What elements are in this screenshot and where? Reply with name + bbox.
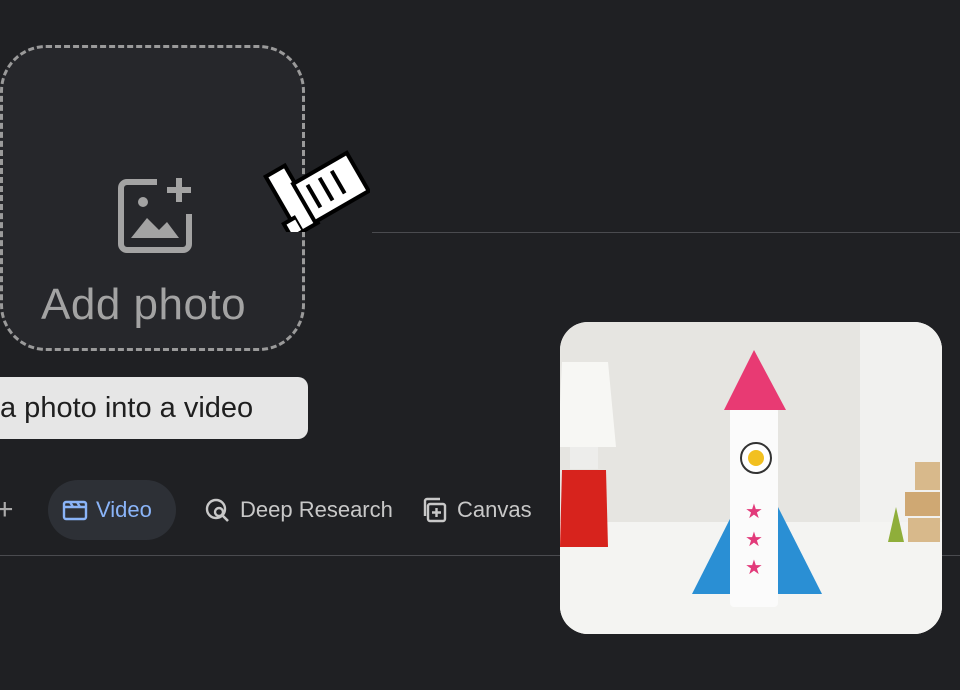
add-button[interactable]: + <box>0 480 14 540</box>
svg-text:★: ★ <box>745 555 763 579</box>
canvas-label: Canvas <box>457 497 532 522</box>
video-label: Video <box>96 497 152 522</box>
add-photo-label: Add photo <box>41 280 247 329</box>
canvas-icon <box>423 497 447 523</box>
add-image-icon <box>118 178 192 253</box>
svg-text:★: ★ <box>745 527 763 551</box>
top-divider <box>372 232 960 233</box>
photo-preview[interactable]: ★ ★ ★ <box>560 322 942 634</box>
hand-cursor-icon <box>262 150 370 232</box>
video-icon <box>62 500 88 521</box>
canvas-button[interactable]: Canvas <box>421 480 532 540</box>
rocket-photo: ★ ★ ★ <box>560 322 942 634</box>
deep-research-button[interactable]: Deep Research <box>204 480 393 540</box>
svg-text:★: ★ <box>745 499 763 523</box>
deep-research-icon <box>205 498 229 522</box>
video-tool-button[interactable]: Video <box>48 480 176 540</box>
deep-research-label: Deep Research <box>240 497 393 522</box>
plus-icon: + <box>0 493 14 526</box>
prompt-suggestion-chip[interactable]: a photo into a video <box>0 377 308 439</box>
